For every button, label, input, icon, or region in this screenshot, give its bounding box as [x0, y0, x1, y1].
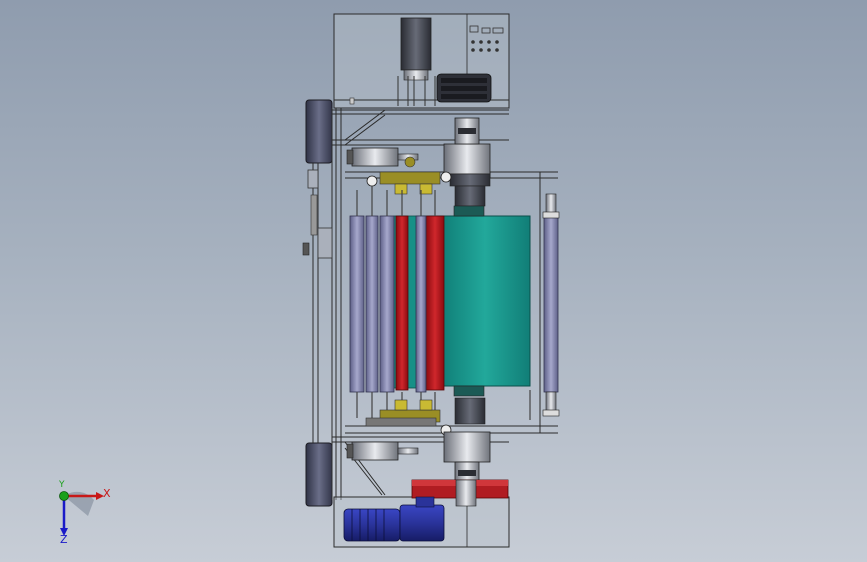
axis-label-z: Z [60, 533, 68, 546]
bottom-gear-assembly[interactable] [365, 399, 452, 436]
teal-drum[interactable] [393, 205, 531, 397]
left-side-plate-bottom[interactable] [305, 442, 333, 507]
orientation-triad: X Y Z [44, 478, 124, 548]
axis-label-y: Y [59, 480, 65, 490]
bottom-bearing-housing[interactable] [443, 397, 491, 483]
purple-roller-right[interactable] [542, 193, 560, 417]
y-axis-dot [59, 491, 69, 501]
bottom-cylinder-actuator[interactable] [346, 441, 419, 461]
machine-model[interactable] [0, 0, 867, 562]
triad-graphic [59, 491, 104, 536]
left-side-plate-top[interactable] [305, 99, 333, 164]
purple-roller-1[interactable] [349, 215, 365, 393]
top-bearing-housing[interactable] [443, 117, 491, 207]
cad-3d-viewport[interactable]: X Y Z [0, 0, 867, 562]
axis-label-x: X [103, 487, 111, 500]
top-cabinet[interactable] [333, 13, 510, 109]
purple-roller-2[interactable] [365, 215, 379, 393]
purple-roller-4[interactable] [415, 215, 427, 393]
purple-roller-3[interactable] [379, 215, 395, 393]
